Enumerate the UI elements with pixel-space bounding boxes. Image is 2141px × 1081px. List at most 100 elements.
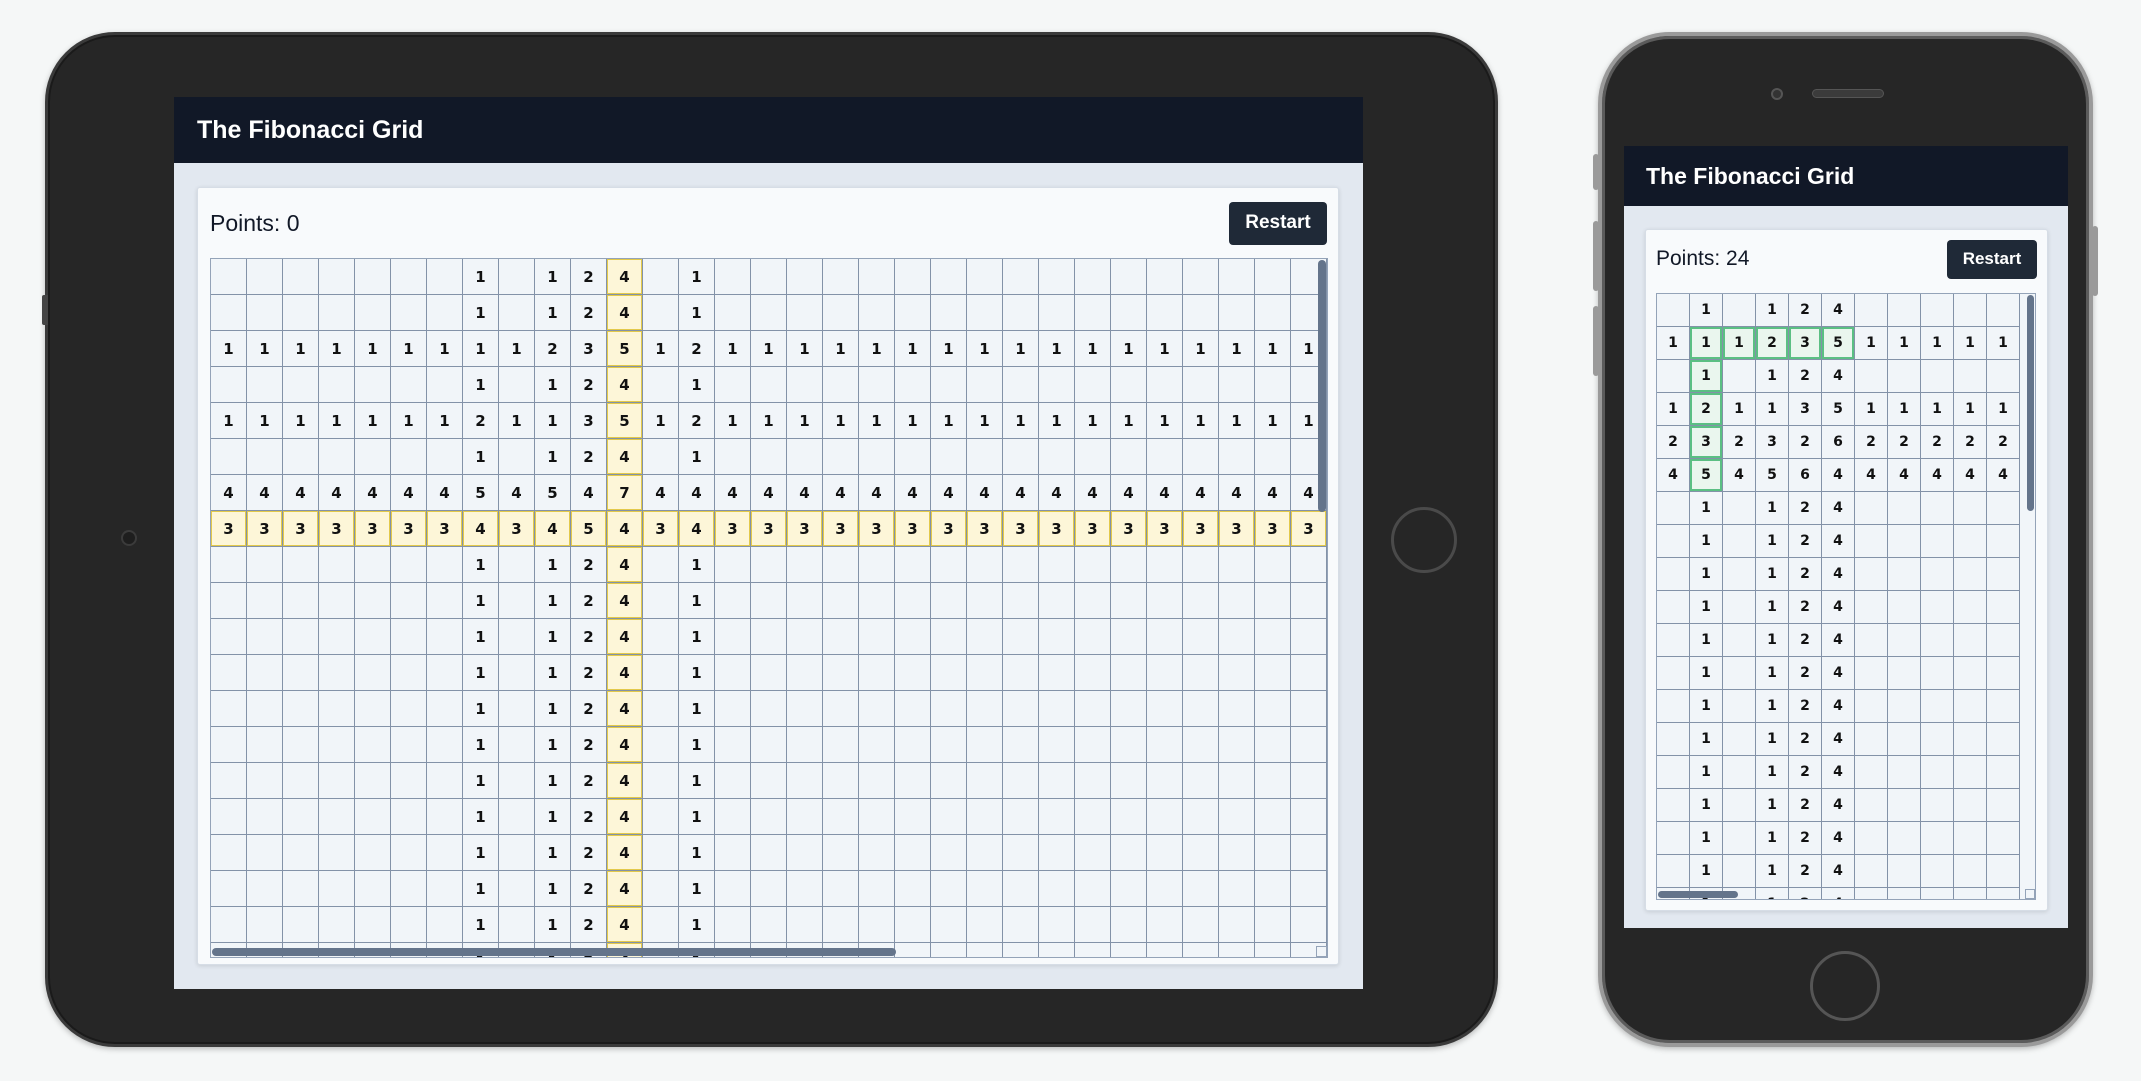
grid-cell[interactable] <box>643 619 679 655</box>
grid-cell[interactable] <box>1954 492 1987 525</box>
grid-cell[interactable]: 4 <box>823 475 859 511</box>
grid-cell[interactable]: 1 <box>931 403 967 439</box>
grid-cell[interactable]: 2 <box>1987 426 2020 459</box>
grid-cell[interactable] <box>1075 295 1111 331</box>
grid-cell[interactable] <box>1003 763 1039 799</box>
grid-cell[interactable] <box>1327 763 1328 799</box>
grid-cell[interactable] <box>211 871 247 907</box>
grid-cell[interactable] <box>715 763 751 799</box>
grid-cell[interactable]: 1 <box>1111 331 1147 367</box>
grid-cell[interactable] <box>1039 943 1075 957</box>
grid-cell[interactable] <box>1954 591 1987 624</box>
grid-cell[interactable]: 4 <box>715 475 751 511</box>
grid-cell[interactable] <box>283 619 319 655</box>
grid-cell[interactable] <box>1255 619 1291 655</box>
grid-cell[interactable]: 2 <box>571 655 607 691</box>
grid-cell[interactable]: 1 <box>679 727 715 763</box>
grid-cell[interactable]: 3 <box>1183 511 1219 547</box>
grid-cell[interactable] <box>1183 367 1219 403</box>
grid-cell[interactable] <box>1147 439 1183 475</box>
grid-cell[interactable] <box>1921 624 1954 657</box>
grid-cell[interactable] <box>427 619 463 655</box>
grid-cell[interactable] <box>1039 871 1075 907</box>
grid-cell[interactable]: 4 <box>499 475 535 511</box>
grid-cell[interactable] <box>823 727 859 763</box>
grid-cell[interactable]: 3 <box>1075 511 1111 547</box>
grid-cell[interactable] <box>823 655 859 691</box>
grid-cell[interactable] <box>1987 558 2020 591</box>
grid-cell[interactable]: 4 <box>607 655 643 691</box>
grid-cell[interactable]: 1 <box>1756 393 1789 426</box>
grid-cell[interactable] <box>1219 691 1255 727</box>
grid-cell[interactable] <box>427 367 463 403</box>
grid-cell[interactable] <box>1003 907 1039 943</box>
grid-cell[interactable] <box>931 727 967 763</box>
grid-cell[interactable]: 1 <box>1756 591 1789 624</box>
grid-cell[interactable]: 4 <box>607 583 643 619</box>
grid-cell[interactable]: 2 <box>1690 393 1723 426</box>
grid-cell[interactable] <box>1003 799 1039 835</box>
grid-cell[interactable] <box>1183 799 1219 835</box>
grid-cell[interactable]: 1 <box>679 619 715 655</box>
grid-cell[interactable] <box>1219 547 1255 583</box>
grid-cell[interactable]: 1 <box>1888 327 1921 360</box>
grid-cell[interactable] <box>967 763 1003 799</box>
grid-cell[interactable] <box>1921 294 1954 327</box>
grid-cell[interactable]: 2 <box>463 403 499 439</box>
grid-cell[interactable]: 1 <box>823 403 859 439</box>
grid-cell[interactable] <box>931 907 967 943</box>
grid-cell[interactable]: 1 <box>1690 558 1723 591</box>
grid-cell[interactable] <box>1255 799 1291 835</box>
grid-cell[interactable] <box>319 295 355 331</box>
grid-cell[interactable] <box>355 655 391 691</box>
grid-cell[interactable]: 1 <box>1690 360 1723 393</box>
grid-cell[interactable]: 2 <box>1756 327 1789 360</box>
grid-cell[interactable]: 1 <box>535 799 571 835</box>
grid-cell[interactable] <box>643 367 679 403</box>
grid-cell[interactable]: 2 <box>571 871 607 907</box>
grid-cell[interactable] <box>1147 943 1183 957</box>
grid-cell[interactable]: 1 <box>859 331 895 367</box>
grid-cell[interactable] <box>247 295 283 331</box>
grid-cell[interactable] <box>1039 691 1075 727</box>
grid-cell[interactable] <box>895 763 931 799</box>
grid-cell[interactable] <box>1183 835 1219 871</box>
grid-cell[interactable] <box>1657 525 1690 558</box>
grid-cell[interactable]: 1 <box>1327 403 1328 439</box>
grid-cell[interactable] <box>859 295 895 331</box>
grid-cell[interactable]: 1 <box>463 439 499 475</box>
grid-cell[interactable] <box>1888 789 1921 822</box>
grid-cell[interactable] <box>1954 624 1987 657</box>
grid-cell[interactable] <box>967 655 1003 691</box>
grid-cell[interactable]: 1 <box>1690 855 1723 888</box>
grid-cell[interactable]: 1 <box>1756 360 1789 393</box>
grid-cell[interactable]: 1 <box>427 331 463 367</box>
grid-cell[interactable]: 1 <box>787 331 823 367</box>
grid-cell[interactable] <box>247 691 283 727</box>
grid-cell[interactable]: 3 <box>1003 511 1039 547</box>
grid-cell[interactable]: 2 <box>679 403 715 439</box>
grid-cell[interactable]: 1 <box>1756 558 1789 591</box>
grid-cell[interactable]: 4 <box>751 475 787 511</box>
grid-cell[interactable] <box>391 619 427 655</box>
grid-cell[interactable]: 4 <box>643 475 679 511</box>
grid-cell[interactable]: 2 <box>1789 888 1822 899</box>
grid-cell[interactable] <box>1723 492 1756 525</box>
grid-cell[interactable] <box>1147 871 1183 907</box>
grid-cell[interactable] <box>1987 624 2020 657</box>
grid-cell[interactable] <box>1291 835 1327 871</box>
grid-cell[interactable] <box>319 727 355 763</box>
grid-cell[interactable]: 1 <box>463 691 499 727</box>
grid-cell[interactable] <box>1855 558 1888 591</box>
grid-cell[interactable] <box>751 727 787 763</box>
grid-cell[interactable] <box>1987 789 2020 822</box>
grid-cell[interactable] <box>283 727 319 763</box>
grid-cell[interactable] <box>931 367 967 403</box>
grid-cell[interactable] <box>931 763 967 799</box>
grid-cell[interactable]: 2 <box>1789 789 1822 822</box>
grid-cell[interactable] <box>211 367 247 403</box>
grid-cell[interactable] <box>211 619 247 655</box>
grid-cell[interactable]: 1 <box>319 331 355 367</box>
grid-cell[interactable] <box>751 583 787 619</box>
grid-cell[interactable] <box>1039 799 1075 835</box>
